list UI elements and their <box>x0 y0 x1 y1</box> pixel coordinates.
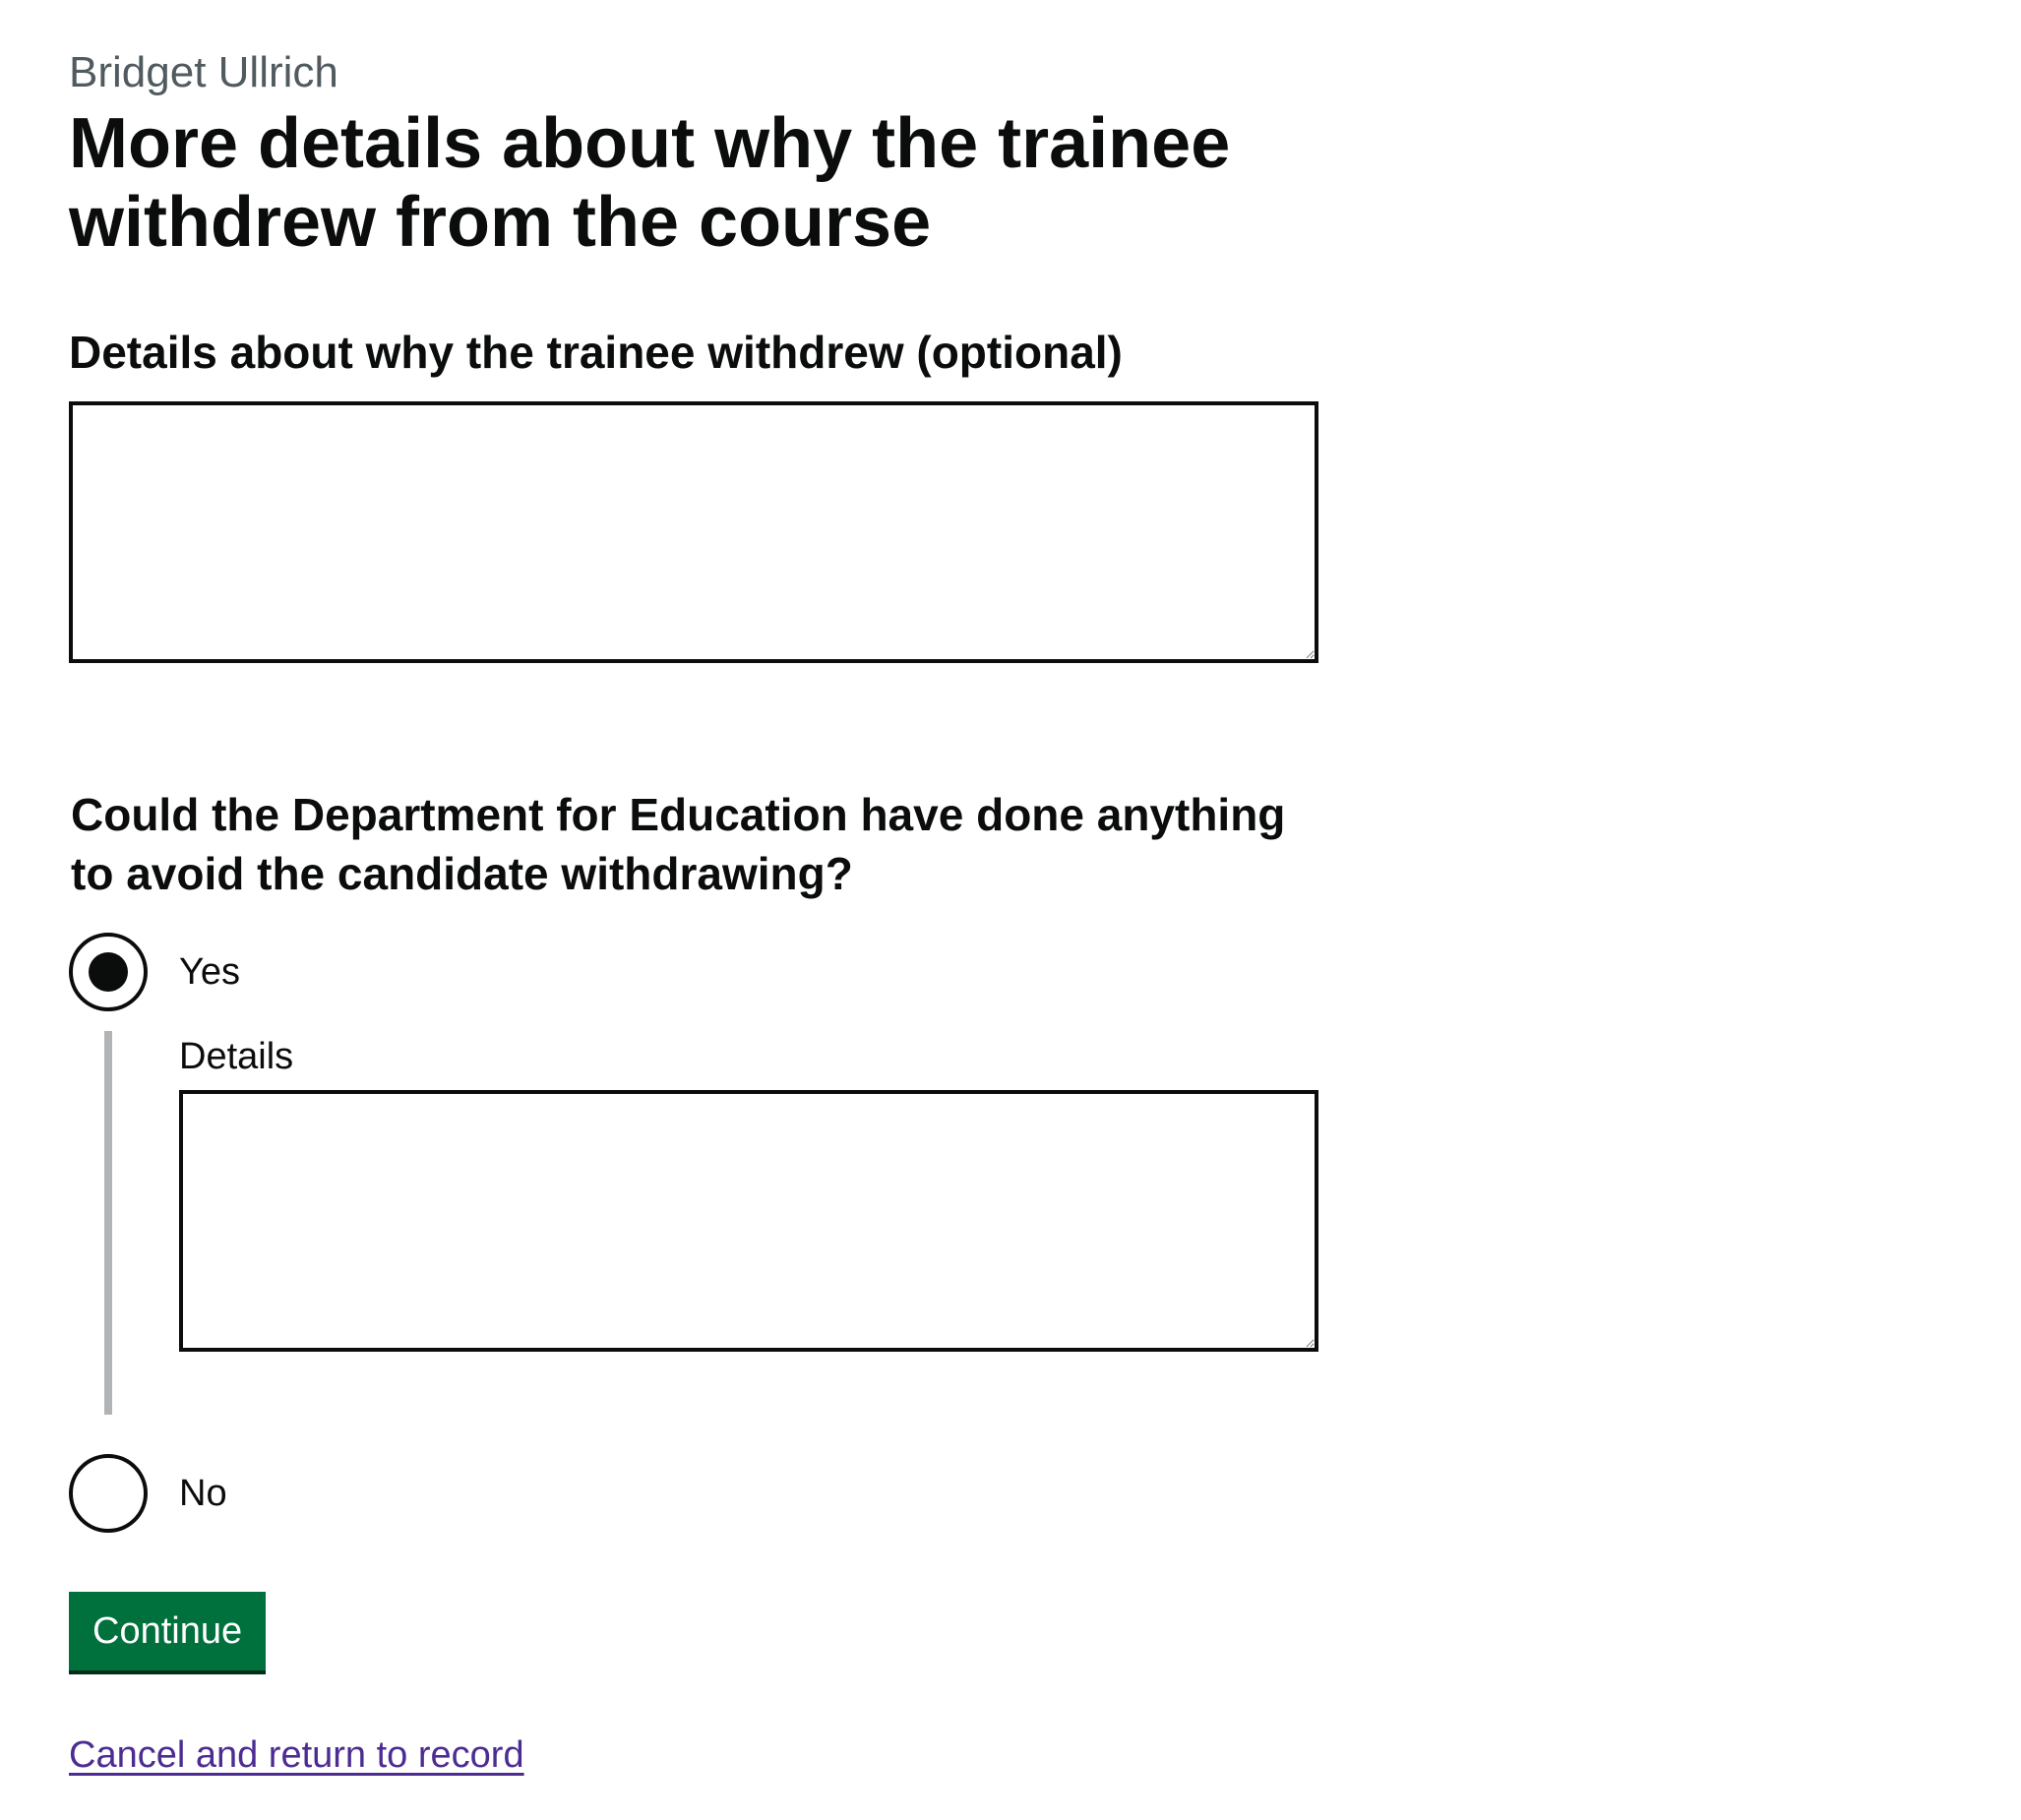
radio-no[interactable] <box>69 1454 148 1533</box>
radio-yes[interactable] <box>69 933 148 1011</box>
conditional-details-label: Details <box>179 1036 294 1077</box>
radio-no-label[interactable]: No <box>179 1472 227 1515</box>
radio-yes-selected-dot <box>89 952 128 992</box>
conditional-details-textarea[interactable] <box>179 1090 1318 1352</box>
conditional-reveal-border <box>104 1031 112 1415</box>
continue-button[interactable]: Continue <box>69 1592 267 1670</box>
withdraw-details-textarea[interactable] <box>69 401 1318 663</box>
radio-yes-label[interactable]: Yes <box>179 950 240 994</box>
dfe-question-legend: Could the Department for Education have … <box>71 789 1286 899</box>
page-title: More details about why the trainee withd… <box>69 104 1231 262</box>
trainee-name-caption: Bridget Ullrich <box>69 48 338 96</box>
withdraw-details-label: Details about why the trainee withdrew (… <box>69 327 1123 378</box>
cancel-and-return-link[interactable]: Cancel and return to record <box>69 1733 524 1777</box>
